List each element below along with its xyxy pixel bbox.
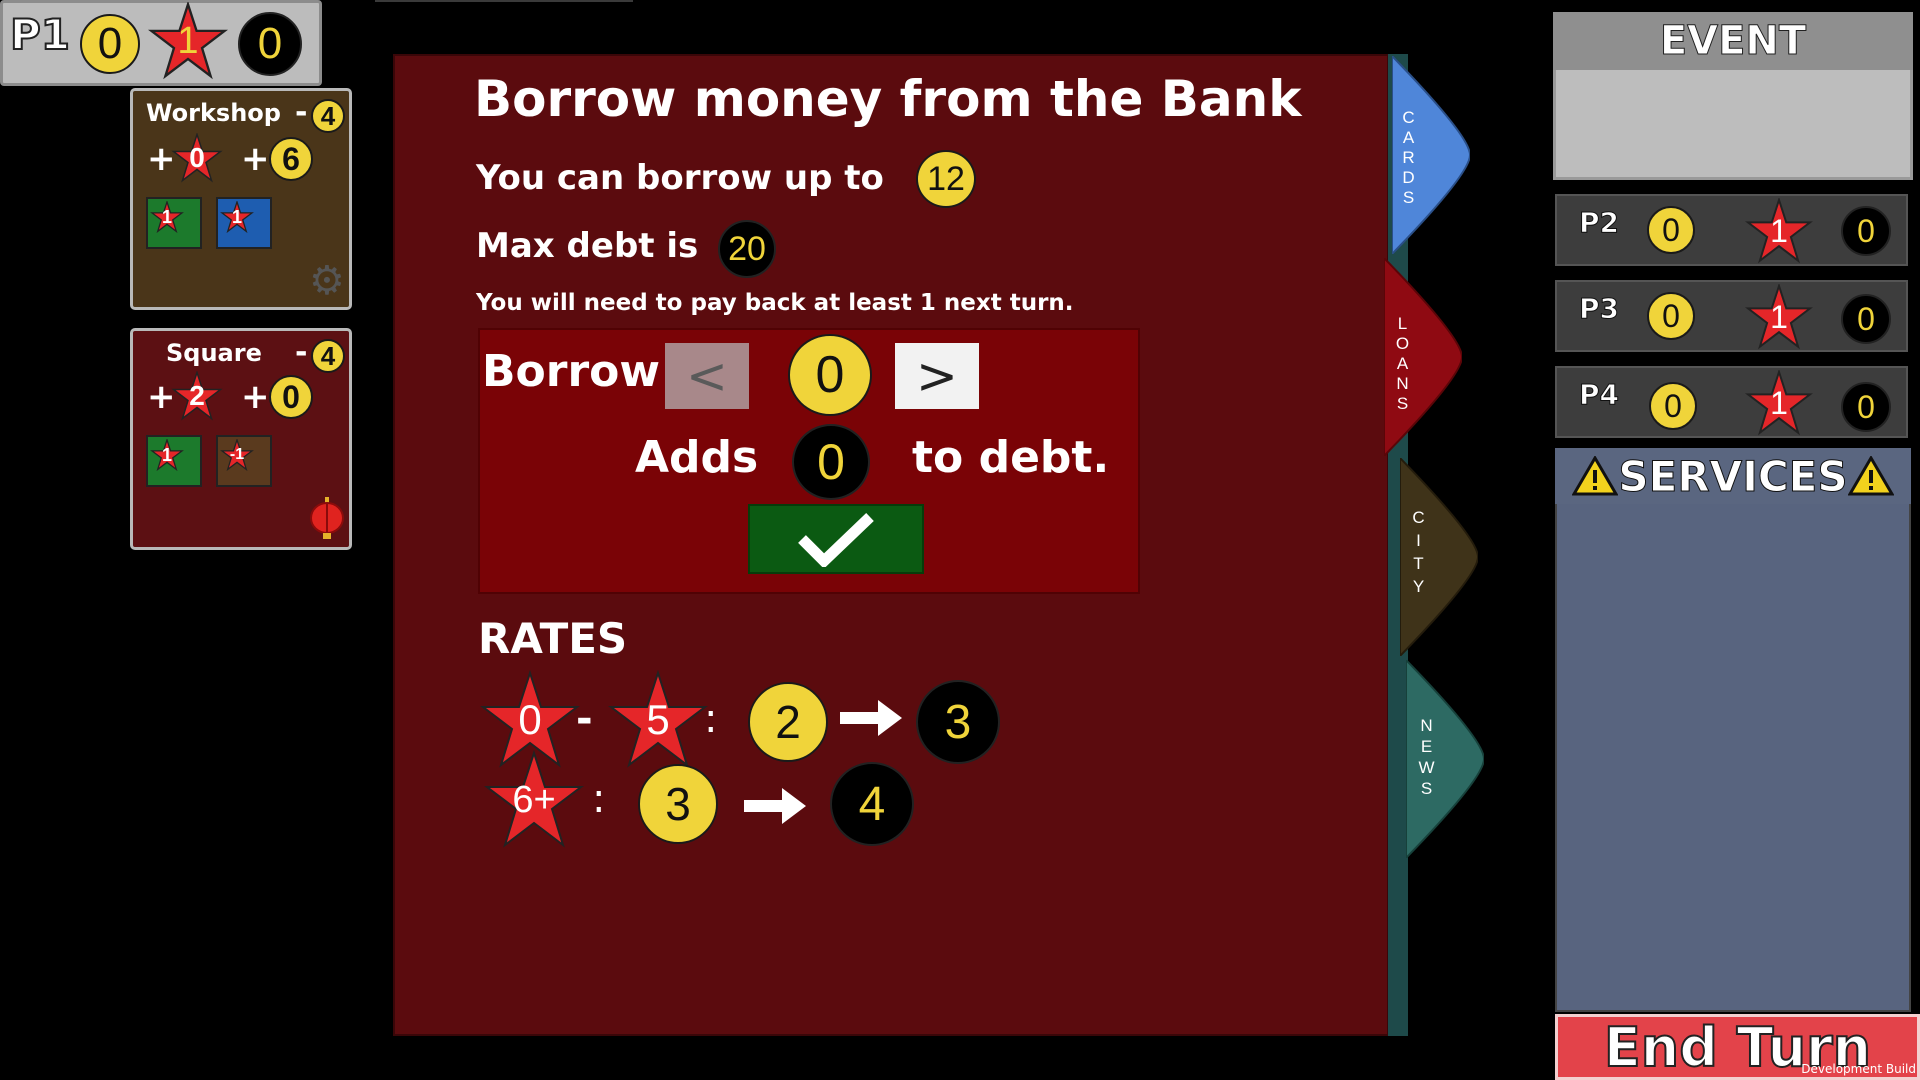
building-card-square[interactable]: Square - 4 + 2 + 0 1 -1	[130, 328, 352, 550]
star-gain-value: 2	[189, 380, 205, 411]
borrow-amount-coin: 0	[788, 334, 872, 416]
tile-value: 1	[161, 444, 172, 465]
tab-cards-label: CARDS	[1399, 108, 1418, 208]
player-stars: 1	[177, 19, 199, 62]
tab-city[interactable]: CITY	[1400, 458, 1478, 656]
player-star-icon: 1	[1743, 198, 1815, 264]
player-stars: 1	[1770, 212, 1788, 249]
house-tile-icon: 1	[146, 435, 202, 487]
tile-value: -1	[229, 446, 245, 463]
rate-star-6plus: 6+	[512, 778, 556, 821]
rate-debt-coin: 4	[830, 762, 914, 846]
player-status-p3: P3 0 1 0	[1555, 280, 1908, 352]
can-borrow-label: You can borrow up to	[476, 158, 884, 198]
building-cost-sign: -	[295, 95, 308, 130]
rate-debt-coin: 3	[916, 680, 1000, 764]
payback-note: You will need to pay back at least 1 nex…	[476, 290, 1074, 316]
tab-cards[interactable]: CARDS	[1392, 56, 1470, 254]
services-title: SERVICES	[1618, 451, 1848, 501]
building-title: Square	[166, 339, 262, 367]
money-gain-coin: 6	[269, 137, 313, 181]
player-status-p2: P2 0 1 0	[1555, 194, 1908, 266]
building-cost-sign: -	[295, 335, 308, 370]
tab-loans-label: LOANS	[1393, 314, 1412, 414]
player-money-coin: 0	[1647, 292, 1695, 340]
to-debt-label: to debt.	[912, 432, 1110, 483]
decrease-button[interactable]: <	[665, 343, 749, 409]
tab-loans[interactable]: LOANS	[1384, 258, 1462, 456]
player-debt-coin: 0	[1841, 382, 1891, 432]
warning-icon	[1847, 456, 1894, 496]
player-label: P4	[1578, 378, 1620, 412]
tab-city-label: CITY	[1409, 508, 1428, 600]
rate-star-to: 5	[646, 696, 670, 743]
borrow-label: Borrow	[482, 346, 661, 397]
player-status-p4: P4 0 1 0	[1555, 366, 1908, 438]
player-label: P2	[1578, 206, 1620, 240]
warning-icon	[1572, 456, 1619, 496]
player-star-icon: 1	[1743, 370, 1815, 436]
building-cost-coin: 4	[311, 339, 345, 373]
increase-button[interactable]: >	[895, 343, 979, 409]
player-debt-coin: 0	[1841, 294, 1891, 344]
player-money-coin: 0	[1649, 382, 1697, 430]
building-title: Workshop	[146, 99, 281, 127]
player-stars: 1	[1770, 298, 1788, 335]
building-cost-coin: 4	[311, 99, 345, 133]
max-debt-coin: 20	[718, 220, 776, 278]
player-label: P3	[1578, 292, 1620, 326]
factory-tile-icon: -1	[216, 435, 272, 487]
money-gain-coin: 0	[269, 375, 313, 419]
adds-label: Adds	[635, 432, 759, 483]
star-gain-icon: 2	[171, 371, 223, 421]
gear-icon: ⚙	[309, 258, 345, 304]
house-tile-icon: 1	[146, 197, 202, 249]
development-build-label: Development Build	[1801, 1062, 1916, 1076]
can-borrow-coin: 12	[916, 150, 976, 208]
rate-colon: :	[592, 776, 606, 822]
arrow-right-icon	[744, 788, 806, 828]
rate-money-coin: 3	[638, 764, 718, 844]
player-star-icon: 1	[1743, 284, 1815, 350]
player-stars: 1	[1770, 384, 1788, 421]
player-debt-coin: 0	[238, 12, 302, 76]
player-money-coin: 0	[1647, 206, 1695, 254]
star-gain-value: 0	[189, 142, 205, 173]
tile-value: 1	[161, 206, 172, 227]
lantern-icon	[309, 497, 345, 539]
tile-value: 1	[231, 206, 242, 227]
rate-money-coin: 2	[748, 682, 828, 762]
player-star-icon: 1	[148, 2, 228, 80]
rate-star-to-icon: 5	[604, 670, 712, 770]
tab-news[interactable]: NEWS	[1406, 660, 1484, 858]
star-gain-icon: 0	[171, 133, 223, 183]
arrow-right-icon	[840, 700, 902, 740]
rates-title: RATES	[478, 614, 628, 663]
adds-debt-coin: 0	[792, 424, 870, 500]
rate-dash: -	[576, 696, 593, 742]
top-strip	[375, 0, 633, 2]
event-title: EVENT	[1553, 12, 1913, 70]
rate-star-6plus-icon: 6+	[480, 750, 588, 850]
player-debt-coin: 0	[1841, 206, 1891, 256]
plus-sign: +	[241, 377, 270, 417]
tab-news-label: NEWS	[1417, 716, 1436, 800]
building-card-workshop[interactable]: Workshop - 4 + 0 + 6 1 1 ⚙	[130, 88, 352, 310]
plus-sign: +	[241, 139, 270, 179]
rate-colon: :	[704, 696, 718, 742]
panel-title: Borrow money from the Bank	[474, 70, 1302, 128]
confirm-button[interactable]	[748, 504, 924, 574]
player-money-coin: 0	[80, 14, 140, 74]
player-label: P1	[9, 9, 71, 60]
checkmark-icon	[798, 513, 874, 567]
max-debt-label: Max debt is	[476, 226, 699, 266]
services-panel	[1555, 448, 1911, 1012]
services-header: SERVICES	[1555, 448, 1911, 504]
shop-tile-icon: 1	[216, 197, 272, 249]
